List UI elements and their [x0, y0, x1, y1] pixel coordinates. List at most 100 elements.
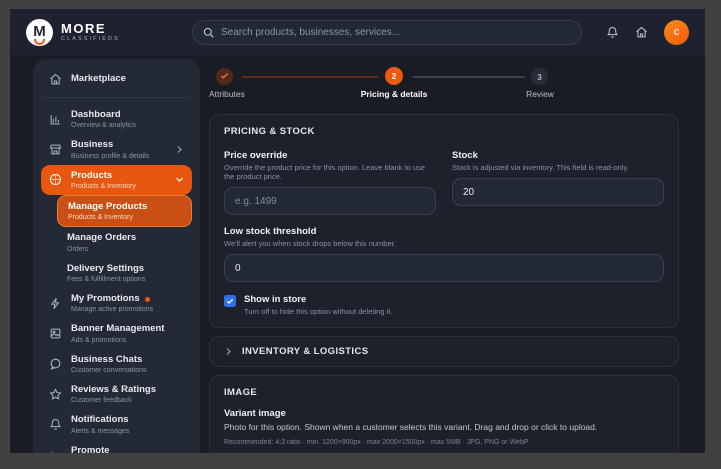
- variant-image-label: Variant image: [224, 408, 286, 419]
- chevron-right-icon: [224, 347, 233, 356]
- step-connector: [242, 76, 378, 78]
- sidebar-item-label: Manage Orders: [67, 232, 137, 244]
- sidebar-item-sub: Ads & promotions: [71, 336, 127, 344]
- sidebar-item-label: My Promotions: [71, 293, 140, 305]
- sidebar-item-sub: Orders: [67, 245, 89, 253]
- show-in-store-label: Show in store: [244, 294, 307, 305]
- sidebar-item-label: Banner Management: [71, 323, 165, 335]
- bolt-icon: [49, 297, 63, 310]
- sidebar-item-label: Business Chats: [71, 353, 143, 365]
- chat-icon: [49, 357, 63, 371]
- sidebar-item-sub: Customer feedback: [71, 397, 132, 405]
- search-icon: [203, 27, 214, 38]
- stock-label: Stock: [452, 150, 478, 161]
- price-override-input[interactable]: [224, 187, 436, 215]
- step-review[interactable]: 3: [531, 68, 548, 85]
- show-in-store-checkbox[interactable]: [224, 295, 236, 307]
- star-icon: [49, 388, 63, 401]
- step-connector: [413, 76, 525, 78]
- chevron-down-icon: [175, 175, 184, 184]
- image-card: IMAGE Variant image Photo for this optio…: [209, 375, 679, 453]
- sidebar-item-business[interactable]: Business Business profile & details: [41, 134, 192, 164]
- check-icon: [220, 71, 229, 82]
- low-stock-field-group: Low stock threshold We'll alert you when…: [224, 226, 664, 282]
- bell-icon: [49, 418, 63, 431]
- price-override-field-group: Price override Override the product pric…: [224, 150, 436, 215]
- sidebar-item-sub: Products & Inventory: [71, 183, 136, 191]
- sidebar-item-label: Manage Products: [68, 201, 148, 213]
- stock-input[interactable]: [452, 178, 664, 206]
- sidebar-item-label: Dashboard: [71, 109, 121, 120]
- brand-logo[interactable]: M MORE CLASSIFIEDS: [26, 18, 176, 46]
- sidebar-item-delivery-settings[interactable]: Delivery Settings Fees & fulfillment opt…: [57, 258, 192, 288]
- sidebar-item-label: Products: [71, 169, 113, 181]
- step-label-attributes: Attributes: [209, 89, 245, 99]
- megaphone-icon: [49, 445, 63, 453]
- sidebar-item-my-promotions[interactable]: My Promotions Manage active promotions: [41, 288, 192, 318]
- home-icon: [49, 73, 63, 86]
- sidebar-item-label: Business: [71, 139, 114, 151]
- app-root: M MORE CLASSIFIEDS c: [10, 9, 705, 453]
- sidebar-item-sub: Manage active promotions: [71, 306, 154, 314]
- chevron-right-icon: [175, 145, 184, 154]
- sidebar-item-sub: Products & Inventory: [68, 214, 133, 222]
- price-override-label: Price override: [224, 150, 288, 161]
- step-label-review: Review: [526, 89, 554, 99]
- sidebar-item-label: Reviews & Ratings: [71, 384, 156, 396]
- store-icon: [49, 143, 63, 156]
- sidebar-item-sub: Customer conversations: [71, 367, 147, 375]
- inventory-logistics-title: INVENTORY & LOGISTICS: [242, 346, 369, 357]
- search-input[interactable]: [221, 26, 571, 38]
- sidebar-item-sub: Business profile & details: [71, 152, 150, 160]
- sidebar-item-label: Notifications: [71, 414, 129, 426]
- sidebar-item-sub: Fees & fulfillment options: [67, 276, 146, 284]
- sidebar-item-marketplace[interactable]: Marketplace: [41, 68, 192, 91]
- sidebar: Marketplace Dashboard Overview & analyti…: [33, 59, 200, 453]
- sidebar-item-notifications[interactable]: Notifications Alerts & messages: [41, 409, 192, 439]
- sidebar-item-promote[interactable]: Promote: [41, 440, 192, 453]
- variant-image-help: Photo for this option. Shown when a cust…: [224, 422, 598, 432]
- chart-icon: [49, 113, 63, 126]
- pricing-stock-card: PRICING & STOCK Price override Override …: [209, 114, 679, 328]
- low-stock-help: We'll alert you when stock drops below t…: [224, 239, 396, 248]
- step-attributes[interactable]: [216, 68, 233, 85]
- stock-field-group: Stock Stock is adjusted via inventory. T…: [452, 150, 664, 215]
- show-in-store-help: Turn off to hide this option without del…: [244, 307, 393, 316]
- brand-tagline: CLASSIFIEDS: [61, 36, 120, 43]
- sidebar-item-label: Delivery Settings: [67, 262, 145, 274]
- image-icon: [49, 327, 63, 340]
- sidebar-item-manage-orders[interactable]: Manage Orders Orders: [57, 227, 192, 257]
- main-content: 2 3 Attributes Pricing & details Review …: [200, 59, 705, 453]
- sidebar-item-products[interactable]: Products Products & Inventory: [41, 164, 192, 196]
- logo-icon: M: [26, 18, 53, 46]
- logo-arc-accent: [34, 38, 45, 45]
- topbar: M MORE CLASSIFIEDS c: [10, 9, 705, 55]
- price-override-help: Override the product price for this opti…: [224, 163, 425, 181]
- sidebar-item-sub: Overview & analytics: [71, 122, 136, 130]
- sidebar-item-reviews-ratings[interactable]: Reviews & Ratings Customer feedback: [41, 379, 192, 409]
- low-stock-label: Low stock threshold: [224, 226, 317, 237]
- sidebar-item-manage-products[interactable]: Manage Products Products & Inventory: [57, 195, 192, 228]
- sidebar-item-dashboard[interactable]: Dashboard Overview & analytics: [41, 104, 192, 134]
- home-icon[interactable]: [635, 26, 648, 39]
- sidebar-item-business-chats[interactable]: Business Chats Customer conversations: [41, 349, 192, 379]
- avatar[interactable]: c: [664, 19, 689, 45]
- window-frame: M MORE CLASSIFIEDS c: [0, 0, 721, 469]
- notifications-bell-icon[interactable]: [606, 26, 619, 39]
- box-icon: [49, 173, 63, 186]
- search-bar[interactable]: [192, 19, 582, 45]
- variant-image-recommended: Recommended: 4:3 ratio · min. 1200×900px…: [224, 439, 529, 446]
- sidebar-divider: [43, 97, 190, 98]
- sidebar-item-label: Promote: [71, 445, 110, 453]
- sidebar-item-banner-management[interactable]: Banner Management Ads & promotions: [41, 318, 192, 348]
- stock-help: Stock is adjusted via inventory. This fi…: [452, 163, 629, 172]
- low-stock-input[interactable]: [224, 254, 664, 282]
- inventory-logistics-section[interactable]: INVENTORY & LOGISTICS: [209, 336, 679, 367]
- sidebar-item-label: Marketplace: [71, 73, 126, 85]
- pricing-stock-title: PRICING & STOCK: [224, 126, 315, 137]
- step-label-pricing: Pricing & details: [360, 89, 428, 99]
- image-title: IMAGE: [224, 387, 258, 398]
- wizard-stepper: 2 3 Attributes Pricing & details Review: [209, 66, 679, 106]
- step-pricing[interactable]: 2: [385, 67, 403, 85]
- brand-name: MORE: [61, 20, 106, 36]
